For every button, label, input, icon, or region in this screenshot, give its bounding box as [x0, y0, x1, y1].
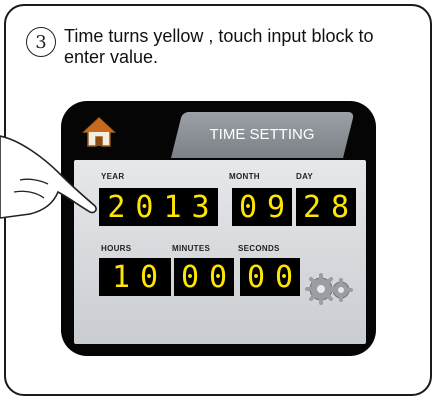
tab-time-setting-label: TIME SETTING — [209, 126, 315, 143]
step-number: 3 — [35, 31, 47, 53]
hours-value: 10 — [111, 259, 169, 295]
day-label: DAY — [296, 172, 314, 181]
instruction-text: Time turns yellow , touch input block to… — [64, 26, 374, 67]
minutes-label: MINUTES — [172, 244, 211, 253]
year-input[interactable]: 2013 — [99, 188, 218, 226]
year-value: 2013 — [107, 189, 220, 225]
seconds-input[interactable]: 00 — [240, 258, 300, 296]
seconds-label: SECONDS — [238, 244, 280, 253]
day-value: 28 — [302, 189, 360, 225]
minutes-value: 00 — [180, 259, 238, 295]
seconds-value: 00 — [246, 259, 304, 295]
hours-input[interactable]: 10 — [99, 258, 171, 296]
month-label: MONTH — [229, 172, 260, 181]
hours-label: HOURS — [101, 244, 132, 253]
minutes-input[interactable]: 00 — [174, 258, 234, 296]
month-input[interactable]: 09 — [232, 188, 292, 226]
pointing-hand-icon — [0, 135, 97, 219]
month-value: 09 — [238, 189, 296, 225]
settings-gears-icon[interactable] — [304, 268, 356, 308]
day-input[interactable]: 28 — [296, 188, 356, 226]
step-number-badge: 3 — [26, 27, 56, 57]
